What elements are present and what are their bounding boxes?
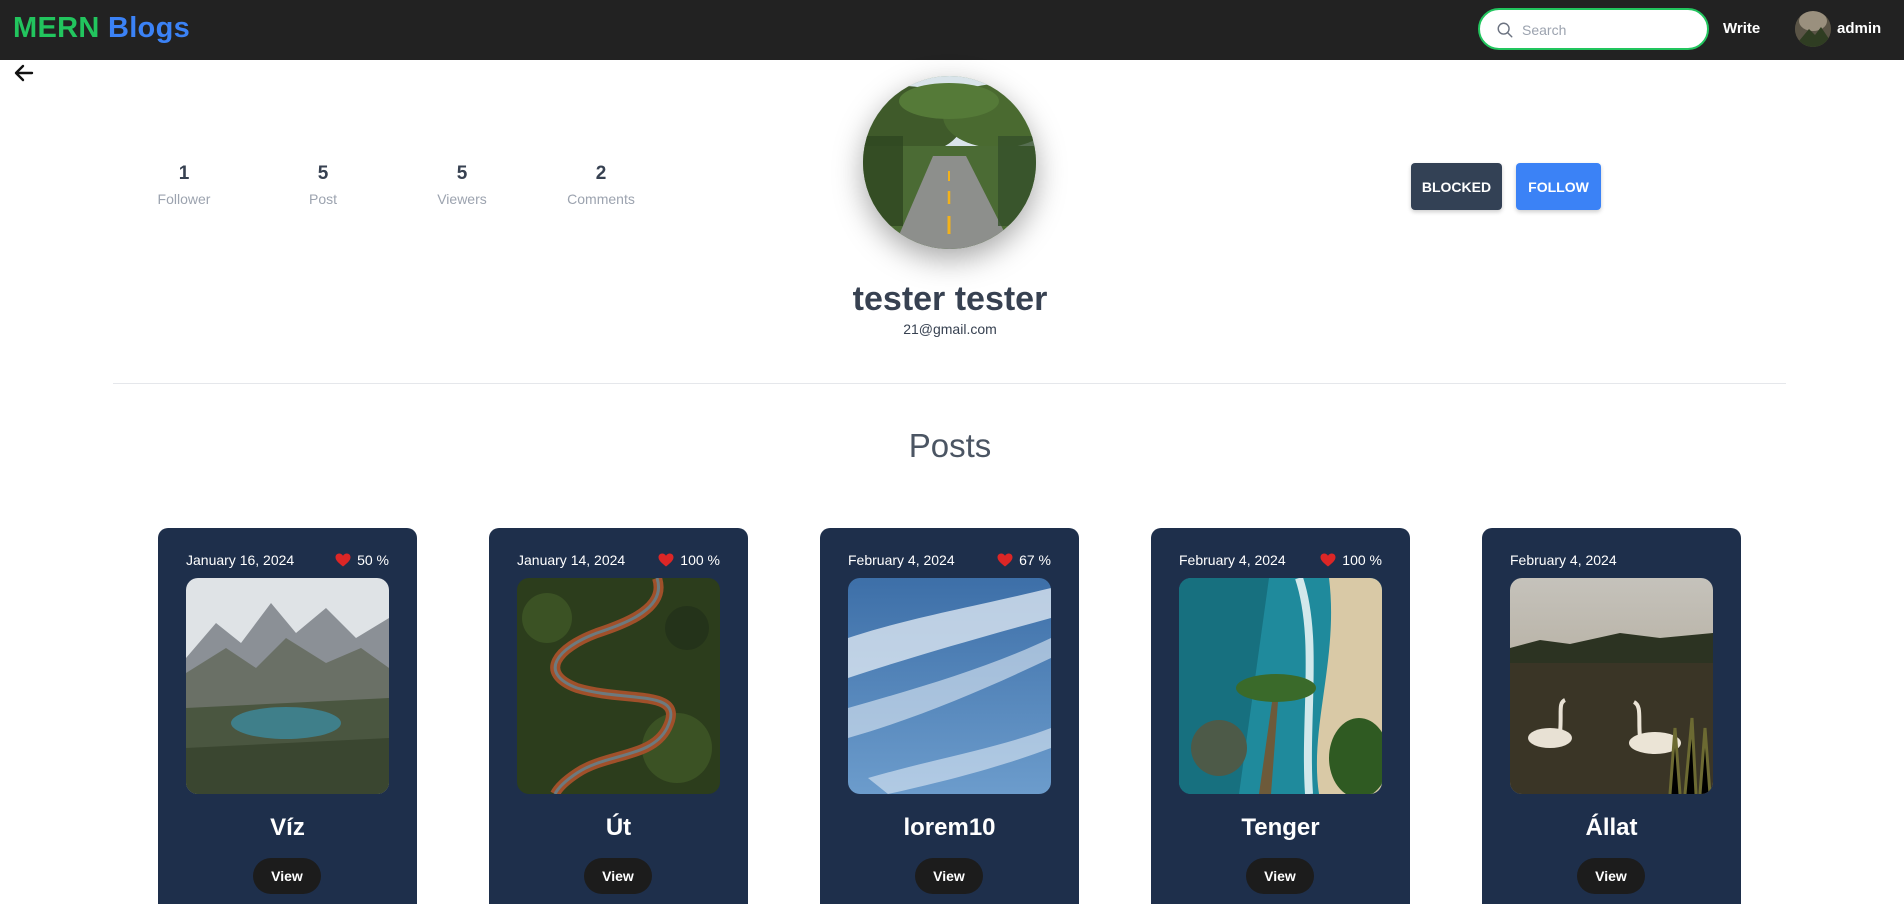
post-image[interactable] (517, 578, 720, 794)
post-title: Állat (1585, 814, 1638, 841)
stat-value: 5 (456, 163, 468, 184)
profile-avatar (863, 76, 1036, 249)
post-image[interactable] (186, 578, 389, 794)
brand-logo[interactable]: MERN Blogs (13, 12, 190, 45)
post-likes: 100 % (658, 552, 720, 568)
stat-followers: 1 Follower (124, 163, 244, 207)
heart-icon (335, 553, 351, 567)
post-title: lorem10 (903, 814, 996, 841)
divider (113, 383, 1786, 384)
post-date: February 4, 2024 (1510, 552, 1617, 568)
user-avatar[interactable] (1795, 11, 1831, 47)
stat-viewers: 5 Viewers (402, 163, 522, 207)
post-card: February 4, 2024 100 % Tenger View (1151, 528, 1410, 904)
stat-value: 5 (317, 163, 329, 184)
user-name[interactable]: admin (1837, 20, 1881, 37)
view-post-button[interactable]: View (915, 858, 983, 894)
post-card: January 16, 2024 50 % Víz View (158, 528, 417, 904)
heart-icon (658, 553, 674, 567)
post-likes: 50 % (335, 552, 389, 568)
post-image[interactable] (1510, 578, 1713, 794)
view-post-button[interactable]: View (253, 858, 321, 894)
post-date: January 16, 2024 (186, 552, 295, 568)
post-title: Út (605, 814, 632, 841)
search-box[interactable] (1478, 8, 1709, 50)
stat-label: Comments (567, 191, 635, 207)
post-card: January 14, 2024 100 % Út View (489, 528, 748, 904)
post-likes-value: 67 % (1019, 552, 1051, 568)
top-navbar: MERN Blogs Write admin (0, 0, 1904, 60)
post-image[interactable] (848, 578, 1051, 794)
post-likes: 67 % (997, 552, 1051, 568)
post-title: Tenger (1241, 814, 1320, 841)
stat-comments: 2 Comments (541, 163, 661, 207)
post-date: February 4, 2024 (848, 552, 955, 568)
stat-posts: 5 Post (263, 163, 383, 207)
brand-logo-part1: MERN (13, 12, 100, 44)
post-card: February 4, 2024 Állat View (1482, 528, 1741, 904)
profile-email: 21@gmail.com (903, 321, 997, 337)
post-likes-value: 100 % (680, 552, 720, 568)
stat-value: 1 (178, 163, 190, 184)
stat-label: Follower (157, 191, 211, 207)
profile-name: tester tester (852, 280, 1048, 318)
stat-label: Viewers (437, 191, 487, 207)
post-date: February 4, 2024 (1179, 552, 1286, 568)
brand-logo-part2: Blogs (107, 12, 191, 44)
search-icon (1497, 22, 1513, 38)
search-input[interactable] (1522, 19, 1692, 41)
post-card: February 4, 2024 67 % lorem10 View (820, 528, 1079, 904)
post-image[interactable] (1179, 578, 1382, 794)
heart-icon (1320, 553, 1336, 567)
view-post-button[interactable]: View (1577, 858, 1645, 894)
stat-label: Post (308, 191, 337, 207)
post-likes-value: 50 % (357, 552, 389, 568)
post-date: January 14, 2024 (517, 552, 626, 568)
blocked-button[interactable]: BLOCKED (1411, 163, 1502, 210)
posts-section-title: Posts (908, 427, 992, 464)
post-likes: 100 % (1320, 552, 1382, 568)
write-link[interactable]: Write (1723, 20, 1760, 37)
back-arrow-icon[interactable] (14, 64, 34, 82)
heart-icon (997, 553, 1013, 567)
post-likes-value: 100 % (1342, 552, 1382, 568)
post-title: Víz (270, 814, 305, 841)
follow-button[interactable]: FOLLOW (1516, 163, 1601, 210)
stat-value: 2 (595, 163, 607, 184)
view-post-button[interactable]: View (584, 858, 652, 894)
view-post-button[interactable]: View (1246, 858, 1314, 894)
